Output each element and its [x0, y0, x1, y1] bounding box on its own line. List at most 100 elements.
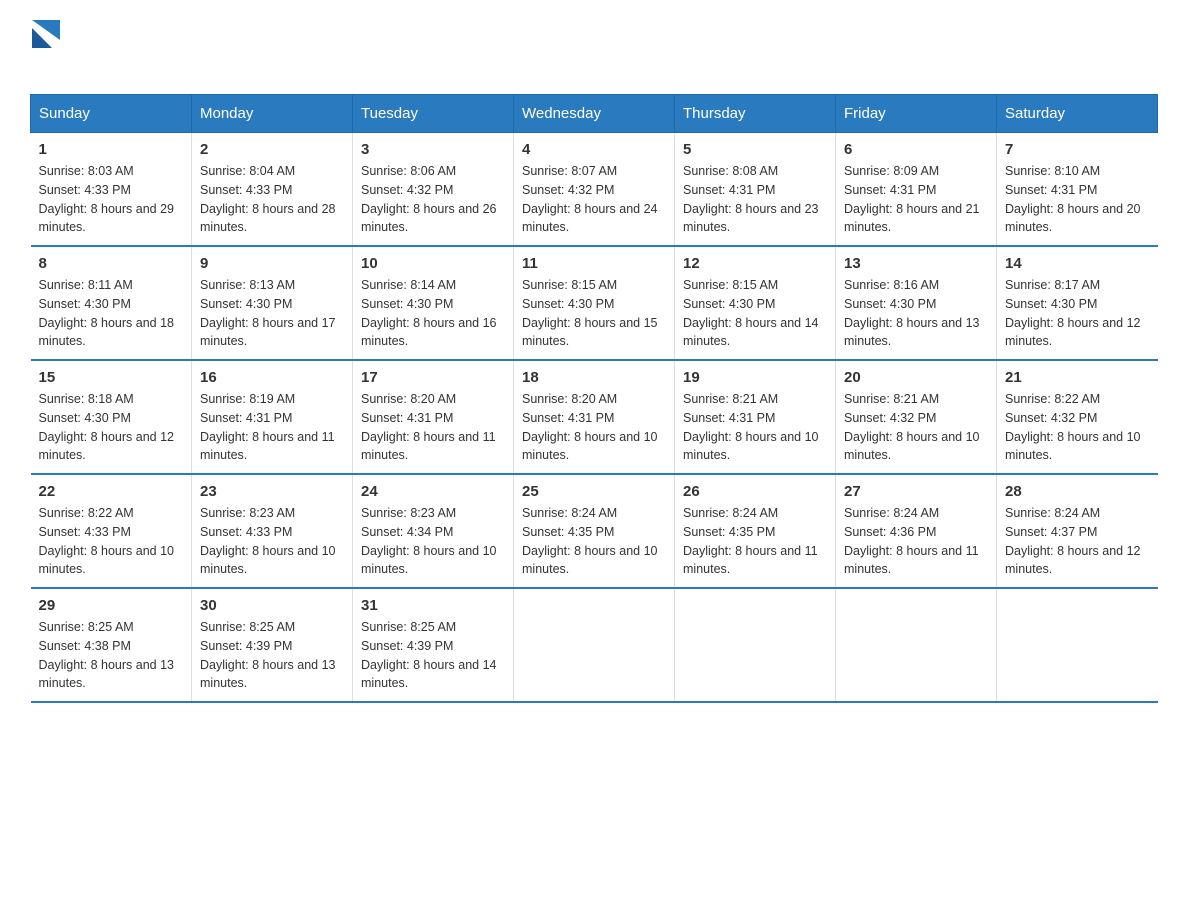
- daylight-label: Daylight: 8 hours and 10 minutes.: [522, 544, 658, 577]
- sunset-label: Sunset: 4:32 PM: [844, 411, 936, 425]
- calendar-cell: 27 Sunrise: 8:24 AM Sunset: 4:36 PM Dayl…: [836, 474, 997, 588]
- sunrise-label: Sunrise: 8:16 AM: [844, 278, 939, 292]
- sunrise-label: Sunrise: 8:24 AM: [844, 506, 939, 520]
- daylight-label: Daylight: 8 hours and 10 minutes.: [200, 544, 336, 577]
- daylight-label: Daylight: 8 hours and 26 minutes.: [361, 202, 497, 235]
- daylight-label: Daylight: 8 hours and 13 minutes.: [844, 316, 980, 349]
- day-number: 9: [200, 255, 344, 272]
- daylight-label: Daylight: 8 hours and 16 minutes.: [361, 316, 497, 349]
- sunset-label: Sunset: 4:32 PM: [361, 183, 453, 197]
- day-number: 6: [844, 141, 988, 158]
- calendar-cell: [514, 588, 675, 702]
- day-number: 23: [200, 483, 344, 500]
- daylight-label: Daylight: 8 hours and 10 minutes.: [361, 544, 497, 577]
- week-row-1: 1 Sunrise: 8:03 AM Sunset: 4:33 PM Dayli…: [31, 133, 1158, 247]
- day-info: Sunrise: 8:08 AM Sunset: 4:31 PM Dayligh…: [683, 162, 827, 237]
- day-number: 15: [39, 369, 184, 386]
- sunrise-label: Sunrise: 8:21 AM: [844, 392, 939, 406]
- sunset-label: Sunset: 4:36 PM: [844, 525, 936, 539]
- daylight-label: Daylight: 8 hours and 20 minutes.: [1005, 202, 1141, 235]
- sunrise-label: Sunrise: 8:14 AM: [361, 278, 456, 292]
- sunrise-label: Sunrise: 8:23 AM: [200, 506, 295, 520]
- sunset-label: Sunset: 4:30 PM: [361, 297, 453, 311]
- sunrise-label: Sunrise: 8:11 AM: [39, 278, 133, 292]
- day-number: 18: [522, 369, 666, 386]
- day-number: 31: [361, 597, 505, 614]
- header-day-thursday: Thursday: [675, 95, 836, 133]
- day-info: Sunrise: 8:14 AM Sunset: 4:30 PM Dayligh…: [361, 276, 505, 351]
- sunrise-label: Sunrise: 8:24 AM: [522, 506, 617, 520]
- header-day-saturday: Saturday: [997, 95, 1158, 133]
- day-number: 27: [844, 483, 988, 500]
- daylight-label: Daylight: 8 hours and 28 minutes.: [200, 202, 336, 235]
- sunrise-label: Sunrise: 8:15 AM: [683, 278, 778, 292]
- daylight-label: Daylight: 8 hours and 14 minutes.: [361, 658, 497, 691]
- week-row-4: 22 Sunrise: 8:22 AM Sunset: 4:33 PM Dayl…: [31, 474, 1158, 588]
- sunset-label: Sunset: 4:31 PM: [683, 411, 775, 425]
- day-info: Sunrise: 8:04 AM Sunset: 4:33 PM Dayligh…: [200, 162, 344, 237]
- calendar-cell: [675, 588, 836, 702]
- page-header: [30, 20, 1158, 74]
- sunset-label: Sunset: 4:39 PM: [200, 639, 292, 653]
- calendar-cell: 8 Sunrise: 8:11 AM Sunset: 4:30 PM Dayli…: [31, 246, 192, 360]
- day-info: Sunrise: 8:21 AM Sunset: 4:31 PM Dayligh…: [683, 390, 827, 465]
- calendar-cell: 2 Sunrise: 8:04 AM Sunset: 4:33 PM Dayli…: [192, 133, 353, 247]
- day-info: Sunrise: 8:10 AM Sunset: 4:31 PM Dayligh…: [1005, 162, 1150, 237]
- day-number: 1: [39, 141, 184, 158]
- day-number: 24: [361, 483, 505, 500]
- day-info: Sunrise: 8:15 AM Sunset: 4:30 PM Dayligh…: [522, 276, 666, 351]
- day-number: 5: [683, 141, 827, 158]
- day-number: 19: [683, 369, 827, 386]
- day-number: 11: [522, 255, 666, 272]
- sunrise-label: Sunrise: 8:19 AM: [200, 392, 295, 406]
- calendar-cell: 7 Sunrise: 8:10 AM Sunset: 4:31 PM Dayli…: [997, 133, 1158, 247]
- calendar-cell: 24 Sunrise: 8:23 AM Sunset: 4:34 PM Dayl…: [353, 474, 514, 588]
- daylight-label: Daylight: 8 hours and 11 minutes.: [200, 430, 335, 463]
- sunrise-label: Sunrise: 8:04 AM: [200, 164, 295, 178]
- sunrise-label: Sunrise: 8:25 AM: [361, 620, 456, 634]
- sunset-label: Sunset: 4:31 PM: [361, 411, 453, 425]
- sunset-label: Sunset: 4:31 PM: [1005, 183, 1097, 197]
- day-number: 4: [522, 141, 666, 158]
- calendar-cell: 13 Sunrise: 8:16 AM Sunset: 4:30 PM Dayl…: [836, 246, 997, 360]
- calendar-cell: 11 Sunrise: 8:15 AM Sunset: 4:30 PM Dayl…: [514, 246, 675, 360]
- sunrise-label: Sunrise: 8:25 AM: [39, 620, 134, 634]
- daylight-label: Daylight: 8 hours and 18 minutes.: [39, 316, 175, 349]
- day-number: 25: [522, 483, 666, 500]
- daylight-label: Daylight: 8 hours and 23 minutes.: [683, 202, 819, 235]
- sunrise-label: Sunrise: 8:25 AM: [200, 620, 295, 634]
- day-info: Sunrise: 8:21 AM Sunset: 4:32 PM Dayligh…: [844, 390, 988, 465]
- week-row-3: 15 Sunrise: 8:18 AM Sunset: 4:30 PM Dayl…: [31, 360, 1158, 474]
- sunset-label: Sunset: 4:30 PM: [522, 297, 614, 311]
- sunset-label: Sunset: 4:39 PM: [361, 639, 453, 653]
- day-number: 29: [39, 597, 184, 614]
- day-info: Sunrise: 8:15 AM Sunset: 4:30 PM Dayligh…: [683, 276, 827, 351]
- day-number: 17: [361, 369, 505, 386]
- calendar-cell: 18 Sunrise: 8:20 AM Sunset: 4:31 PM Dayl…: [514, 360, 675, 474]
- week-row-2: 8 Sunrise: 8:11 AM Sunset: 4:30 PM Dayli…: [31, 246, 1158, 360]
- day-number: 12: [683, 255, 827, 272]
- calendar-cell: 6 Sunrise: 8:09 AM Sunset: 4:31 PM Dayli…: [836, 133, 997, 247]
- calendar-cell: 28 Sunrise: 8:24 AM Sunset: 4:37 PM Dayl…: [997, 474, 1158, 588]
- sunrise-label: Sunrise: 8:08 AM: [683, 164, 778, 178]
- daylight-label: Daylight: 8 hours and 12 minutes.: [39, 430, 175, 463]
- daylight-label: Daylight: 8 hours and 10 minutes.: [844, 430, 980, 463]
- daylight-label: Daylight: 8 hours and 13 minutes.: [39, 658, 175, 691]
- sunset-label: Sunset: 4:33 PM: [39, 525, 131, 539]
- day-info: Sunrise: 8:16 AM Sunset: 4:30 PM Dayligh…: [844, 276, 988, 351]
- day-number: 8: [39, 255, 184, 272]
- daylight-label: Daylight: 8 hours and 11 minutes.: [683, 544, 818, 577]
- daylight-label: Daylight: 8 hours and 10 minutes.: [39, 544, 175, 577]
- daylight-label: Daylight: 8 hours and 12 minutes.: [1005, 316, 1141, 349]
- sunrise-label: Sunrise: 8:20 AM: [361, 392, 456, 406]
- sunset-label: Sunset: 4:32 PM: [522, 183, 614, 197]
- calendar-cell: 16 Sunrise: 8:19 AM Sunset: 4:31 PM Dayl…: [192, 360, 353, 474]
- calendar-cell: 4 Sunrise: 8:07 AM Sunset: 4:32 PM Dayli…: [514, 133, 675, 247]
- day-info: Sunrise: 8:24 AM Sunset: 4:35 PM Dayligh…: [522, 504, 666, 579]
- day-number: 7: [1005, 141, 1150, 158]
- calendar-cell: 25 Sunrise: 8:24 AM Sunset: 4:35 PM Dayl…: [514, 474, 675, 588]
- sunset-label: Sunset: 4:35 PM: [522, 525, 614, 539]
- day-info: Sunrise: 8:22 AM Sunset: 4:32 PM Dayligh…: [1005, 390, 1150, 465]
- daylight-label: Daylight: 8 hours and 17 minutes.: [200, 316, 336, 349]
- sunrise-label: Sunrise: 8:07 AM: [522, 164, 617, 178]
